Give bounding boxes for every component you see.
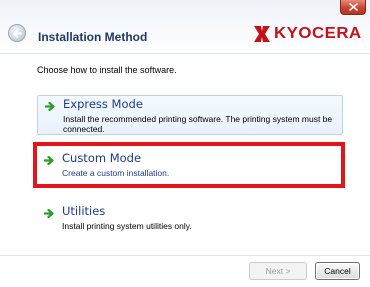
footer-divider xyxy=(0,255,370,256)
cancel-button[interactable]: Cancel xyxy=(315,262,360,280)
option-description: Install the recommended printing softwar… xyxy=(63,114,333,134)
back-button[interactable] xyxy=(8,24,26,42)
page-title: Installation Method xyxy=(38,30,148,44)
option-utilities[interactable]: Utilities Install printing system utilit… xyxy=(37,203,343,235)
instruction-text: Choose how to install the software. xyxy=(37,65,177,75)
kyocera-logo: KYOCERA xyxy=(253,25,362,43)
title-bar: Installation Method KYOCERA xyxy=(0,0,370,54)
close-icon xyxy=(349,3,358,11)
installer-window: Installation Method KYOCERA Choose how t… xyxy=(0,0,370,287)
kyocera-mark-icon xyxy=(254,26,271,42)
green-arrow-icon xyxy=(45,102,55,111)
option-label: Express Mode xyxy=(63,97,143,111)
option-description: Install printing system utilities only. xyxy=(62,221,192,231)
next-button[interactable]: Next > xyxy=(249,262,307,280)
option-label: Utilities xyxy=(62,204,106,218)
window-close-button[interactable] xyxy=(340,0,366,15)
back-arrow-icon xyxy=(13,29,22,38)
brand-name: KYOCERA xyxy=(274,25,363,42)
highlight-box xyxy=(33,142,345,188)
option-express-mode[interactable]: Express Mode Install the recommended pri… xyxy=(37,95,343,135)
green-arrow-icon xyxy=(44,209,54,218)
